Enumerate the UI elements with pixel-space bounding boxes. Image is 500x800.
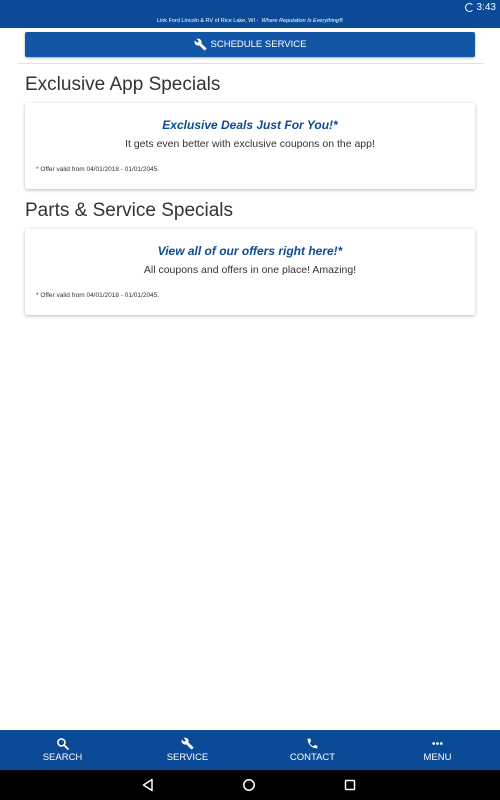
offer-validity-note: * Offer valid from 04/01/2018 - 01/01/20…: [36, 292, 160, 299]
back-triangle-icon[interactable]: [141, 778, 155, 792]
nav-service[interactable]: SERVICE: [125, 730, 250, 770]
offer-description: It gets even better with exclusive coupo…: [125, 138, 375, 150]
nav-menu[interactable]: MENU: [375, 730, 500, 770]
system-nav-bar: [0, 770, 500, 800]
schedule-service-label: SCHEDULE SERVICE: [210, 39, 307, 50]
search-icon: [57, 738, 69, 750]
nav-search-label: SEARCH: [42, 752, 83, 763]
wrench-icon: [194, 38, 206, 51]
schedule-service-button[interactable]: SCHEDULE SERVICE: [25, 32, 475, 57]
status-time: 3:43: [476, 1, 496, 13]
header-divider: [18, 63, 484, 64]
spinner-icon: [464, 2, 474, 12]
recents-square-icon[interactable]: [343, 778, 357, 792]
status-right: 3:43: [464, 0, 496, 14]
home-circle-icon[interactable]: [242, 778, 256, 792]
app-screen: 3:43 Link Ford Lincoln & RV of Rice Lake…: [0, 0, 500, 800]
more-dots-icon: [432, 742, 443, 745]
dealer-header: Link Ford Lincoln & RV of Rice Lake, WI …: [0, 14, 500, 28]
dealer-tagline: Where Reputation Is Everything®: [261, 18, 344, 24]
offer-description: All coupons and offers in one place! Ama…: [143, 264, 357, 276]
phone-icon: [307, 738, 318, 749]
dealer-name: Link Ford Lincoln & RV of Rice Lake, WI …: [156, 18, 259, 24]
section-title-app-specials: Exclusive App Specials: [25, 74, 221, 95]
nav-search[interactable]: SEARCH: [0, 730, 125, 770]
status-bar: 3:43: [0, 0, 500, 14]
section-title-parts-service: Parts & Service Specials: [25, 200, 234, 221]
nav-contact-label: CONTACT: [289, 752, 336, 763]
nav-contact[interactable]: CONTACT: [250, 730, 375, 770]
nav-service-label: SERVICE: [166, 752, 209, 763]
offer-card-app-specials[interactable]: Exclusive Deals Just For You!* It gets e…: [25, 103, 475, 189]
wrench-icon: [181, 737, 194, 750]
offer-headline: View all of our offers right here!*: [157, 244, 343, 258]
offer-headline: Exclusive Deals Just For You!*: [162, 118, 338, 132]
bottom-nav: SEARCH SERVICE CONTACT MENU: [0, 730, 500, 770]
nav-menu-label: MENU: [423, 752, 452, 763]
offer-card-parts-service[interactable]: View all of our offers right here!* All …: [25, 229, 475, 315]
offer-validity-note: * Offer valid from 04/01/2018 - 01/01/20…: [36, 166, 160, 173]
